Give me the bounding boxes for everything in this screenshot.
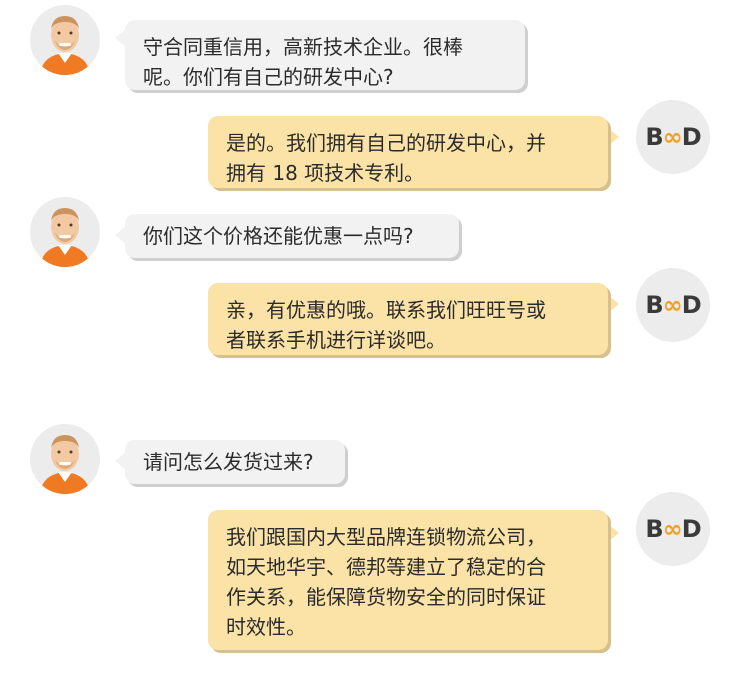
shop-avatar: B ∞ D — [636, 100, 710, 174]
chat-bubble: 请问怎么发货过来? — [125, 440, 345, 484]
shop-avatar: B ∞ D — [636, 268, 710, 342]
shop-logo-icon: B ∞ D — [645, 515, 701, 543]
bubble-tail — [608, 128, 619, 146]
chat-bubble: 是的。我们拥有自己的研发中心，并 拥有 18 项技术专利。 — [208, 116, 608, 188]
chat-bubble: 亲，有优惠的哦。联系我们旺旺号或 者联系手机进行详谈吧。 — [208, 283, 608, 355]
bubble-tail — [608, 524, 619, 542]
chat-bubble: 守合同重信用，高新技术企业。很棒 呢。你们有自己的研发中心? — [125, 20, 525, 90]
bubble-tail — [608, 295, 619, 313]
chat-bubble: 你们这个价格还能优惠一点吗? — [125, 214, 459, 258]
shop-logo-icon: B ∞ D — [645, 291, 701, 319]
customer-avatar-icon — [40, 435, 90, 494]
customer-avatar-icon — [40, 16, 90, 75]
chat-bubble: 我们跟国内大型品牌连锁物流公司， 如天地华宇、德邦等建立了稳定的合 作关系，能保… — [208, 510, 608, 650]
customer-avatar — [30, 5, 100, 75]
customer-avatar-icon — [40, 208, 90, 267]
shop-avatar: B ∞ D — [636, 492, 710, 566]
customer-avatar — [30, 424, 100, 494]
shop-logo-icon: B ∞ D — [645, 123, 701, 151]
customer-avatar — [30, 197, 100, 267]
